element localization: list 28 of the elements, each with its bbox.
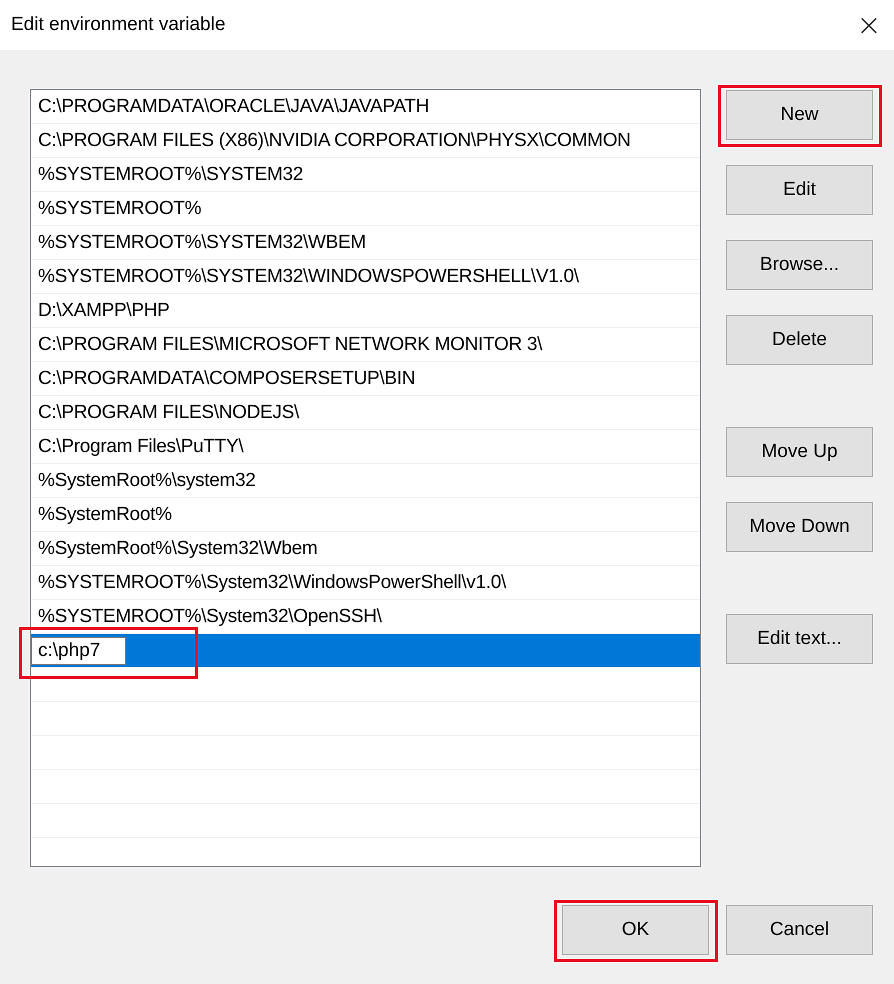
list-item[interactable]: C:\PROGRAM FILES (X86)\NVIDIA CORPORATION\PHYSX\COMMON [31, 124, 700, 158]
list-item[interactable]: %SystemRoot%\system32 [31, 464, 700, 498]
list-item[interactable]: D:\XAMPP\PHP [31, 294, 700, 328]
dialog-button[interactable]: Cancel [726, 905, 873, 955]
dialog-button[interactable]: Move Up [726, 427, 873, 477]
selected-row[interactable]: c:\php7 [31, 634, 700, 668]
path-input[interactable]: c:\php7 [31, 636, 126, 664]
list-item[interactable]: %SystemRoot%\System32\Wbem [31, 532, 700, 566]
list-item[interactable]: C:\PROGRAMDATA\COMPOSERSETUP\BIN [31, 362, 700, 396]
list-item[interactable]: %SYSTEMROOT%\SYSTEM32\WBEM [31, 226, 700, 260]
list-item[interactable]: C:\Program Files\PuTTY\ [31, 430, 700, 464]
list-item[interactable]: %SYSTEMROOT% [31, 192, 700, 226]
dialog-button[interactable]: OK [562, 905, 709, 955]
list-item[interactable]: C:\PROGRAMDATA\ORACLE\JAVA\JAVAPATH [31, 90, 700, 124]
dialog-button[interactable]: New [726, 90, 873, 140]
list-item[interactable]: %SYSTEMROOT%\SYSTEM32\WINDOWSPOWERSHELL\V1.0\ [31, 260, 700, 294]
list-item[interactable]: %SystemRoot% [31, 498, 700, 532]
list-item[interactable]: C:\PROGRAM FILES\MICROSOFT NETWORK MONITOR 3\ [31, 328, 700, 362]
dialog-button[interactable]: Delete [726, 315, 873, 365]
list-item[interactable]: %SYSTEMROOT%\System32\WindowsPowerShell\v1.0\ [31, 566, 700, 600]
dialog-button[interactable]: Edit text... [726, 614, 873, 664]
list-item[interactable]: C:\PROGRAM FILES\NODEJS\ [31, 396, 700, 430]
dialog-button[interactable]: Move Down [726, 502, 873, 552]
list-item[interactable]: %SYSTEMROOT%\SYSTEM32 [31, 158, 700, 192]
dialog-button[interactable]: Edit [726, 165, 873, 215]
dialog-button[interactable]: Browse... [726, 240, 873, 290]
close-button[interactable]: × [844, 0, 894, 50]
window-title: Edit environment variable [10, 14, 226, 36]
